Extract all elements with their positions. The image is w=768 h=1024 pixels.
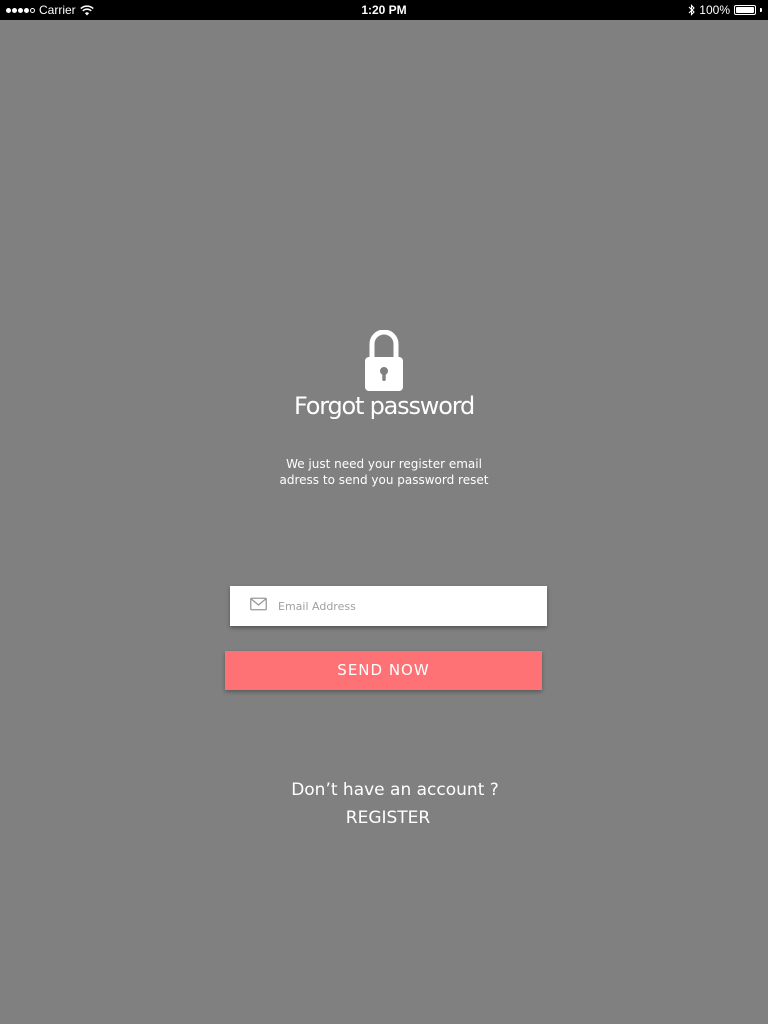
battery-icon (734, 5, 756, 15)
register-link[interactable]: REGISTER (0, 808, 768, 828)
status-bar: Carrier 1:20 PM 100% (0, 0, 768, 20)
bluetooth-icon (688, 4, 696, 16)
email-input[interactable] (278, 586, 538, 626)
battery-fill (736, 7, 754, 13)
subtitle: We just need your register email adress … (0, 456, 768, 488)
account-prompt: Don’t have an account ? (291, 780, 499, 800)
subtitle-line: adress to send you password reset (279, 473, 489, 487)
mail-icon (250, 597, 267, 611)
send-now-button[interactable]: SEND NOW (225, 651, 542, 690)
battery-tip (760, 8, 762, 12)
status-right: 100% (688, 0, 762, 20)
battery-percent: 100% (699, 3, 730, 17)
lock-icon (365, 330, 403, 391)
subtitle-line: We just need your register email (286, 457, 482, 471)
page-title: Forgot password (294, 392, 475, 420)
status-time: 1:20 PM (361, 3, 407, 17)
email-field[interactable] (230, 586, 547, 626)
